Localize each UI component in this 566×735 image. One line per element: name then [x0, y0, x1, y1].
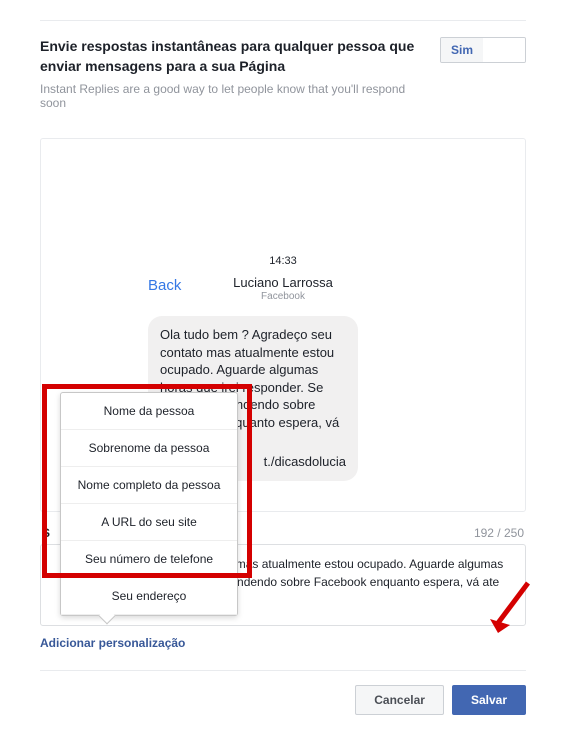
section-title: Envie respostas instantâneas para qualqu…	[40, 37, 424, 76]
personalization-dropdown: Nome da pessoa Sobrenome da pessoa Nome …	[60, 392, 238, 616]
char-counter: 192 / 250	[474, 526, 524, 540]
preview-platform: Facebook	[233, 291, 333, 302]
dropdown-item-phone[interactable]: Seu número de telefone	[61, 541, 237, 578]
editor-text-line: ir aprendendo sobre Facebook enquanto es…	[203, 575, 499, 589]
instant-reply-toggle[interactable]: Sim	[440, 37, 526, 63]
preview-back-button: Back	[148, 277, 181, 294]
add-personalization-link[interactable]: Adicionar personalização	[40, 636, 185, 650]
toggle-on[interactable]: Sim	[441, 38, 483, 62]
toggle-off[interactable]	[483, 38, 525, 62]
dropdown-item-site-url[interactable]: A URL do seu site	[61, 504, 237, 541]
section-subtitle: Instant Replies are a good way to let pe…	[40, 82, 424, 110]
save-button[interactable]: Salvar	[452, 685, 526, 715]
dropdown-item-address[interactable]: Seu endereço	[61, 578, 237, 615]
dropdown-item-full-name[interactable]: Nome completo da pessoa	[61, 467, 237, 504]
editor-label: S	[42, 526, 50, 540]
preview-recipient-name: Luciano Larrossa	[233, 275, 333, 290]
dropdown-item-last-name[interactable]: Sobrenome da pessoa	[61, 430, 237, 467]
preview-time: 14:33	[148, 255, 418, 267]
cancel-button[interactable]: Cancelar	[355, 685, 444, 715]
editor-text-line: ato mas atualmente estou ocupado. Aguard…	[216, 557, 504, 571]
dropdown-item-first-name[interactable]: Nome da pessoa	[61, 393, 237, 430]
